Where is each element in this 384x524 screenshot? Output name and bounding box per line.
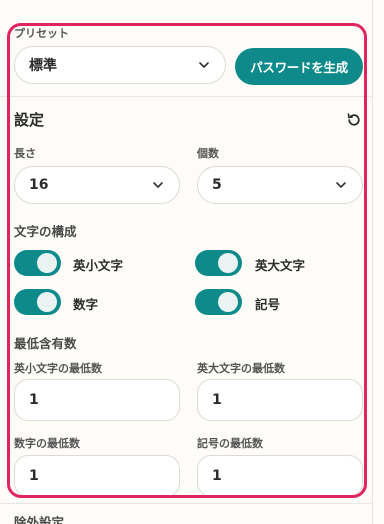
min-uppercase-input[interactable]: 1 bbox=[197, 379, 363, 421]
settings-title: 設定 bbox=[14, 111, 45, 129]
toggle-digits-label: 数字 bbox=[73, 297, 99, 312]
toggle-uppercase-label: 英大文字 bbox=[255, 258, 306, 273]
toggle-uppercase[interactable] bbox=[195, 250, 242, 276]
chevron-down-icon bbox=[199, 62, 209, 68]
chevron-down-icon bbox=[153, 182, 163, 188]
toggle-knob bbox=[218, 253, 238, 273]
toggle-knob bbox=[218, 292, 238, 312]
toggle-knob bbox=[37, 253, 57, 273]
toggle-symbols-label: 記号 bbox=[255, 297, 281, 312]
count-value: 5 bbox=[212, 177, 222, 193]
toggle-lowercase[interactable] bbox=[14, 250, 61, 276]
chevron-down-icon bbox=[336, 182, 346, 188]
generate-password-button[interactable]: パスワードを生成 bbox=[235, 48, 363, 85]
toggle-symbols[interactable] bbox=[195, 289, 242, 315]
length-select[interactable]: 16 bbox=[14, 166, 180, 204]
minimums-title: 最低含有数 bbox=[14, 336, 77, 351]
reset-icon[interactable] bbox=[346, 112, 362, 128]
count-select[interactable]: 5 bbox=[197, 166, 363, 204]
length-label: 長さ bbox=[14, 147, 36, 160]
toggle-lowercase-label: 英小文字 bbox=[73, 258, 124, 273]
divider bbox=[0, 96, 372, 97]
count-label: 個数 bbox=[197, 147, 219, 160]
preset-label: プリセット bbox=[14, 27, 69, 40]
min-uppercase-label: 英大文字の最低数 bbox=[197, 362, 285, 375]
highlight-frame bbox=[7, 23, 367, 498]
toggle-digits[interactable] bbox=[14, 289, 61, 315]
min-symbols-input[interactable]: 1 bbox=[197, 455, 363, 497]
preset-value: 標準 bbox=[29, 58, 57, 74]
min-digits-label: 数字の最低数 bbox=[14, 437, 80, 450]
min-lowercase-input[interactable]: 1 bbox=[14, 379, 180, 421]
toggle-knob bbox=[37, 292, 57, 312]
min-lowercase-label: 英小文字の最低数 bbox=[14, 362, 102, 375]
length-value: 16 bbox=[29, 177, 49, 193]
exclusion-title: 除外設定 bbox=[14, 515, 65, 524]
preset-select[interactable]: 標準 bbox=[14, 46, 226, 84]
min-symbols-label: 記号の最低数 bbox=[197, 437, 263, 450]
min-digits-input[interactable]: 1 bbox=[14, 455, 180, 497]
divider bbox=[0, 503, 372, 504]
composition-title: 文字の構成 bbox=[14, 224, 77, 239]
panel-edge bbox=[372, 0, 373, 524]
